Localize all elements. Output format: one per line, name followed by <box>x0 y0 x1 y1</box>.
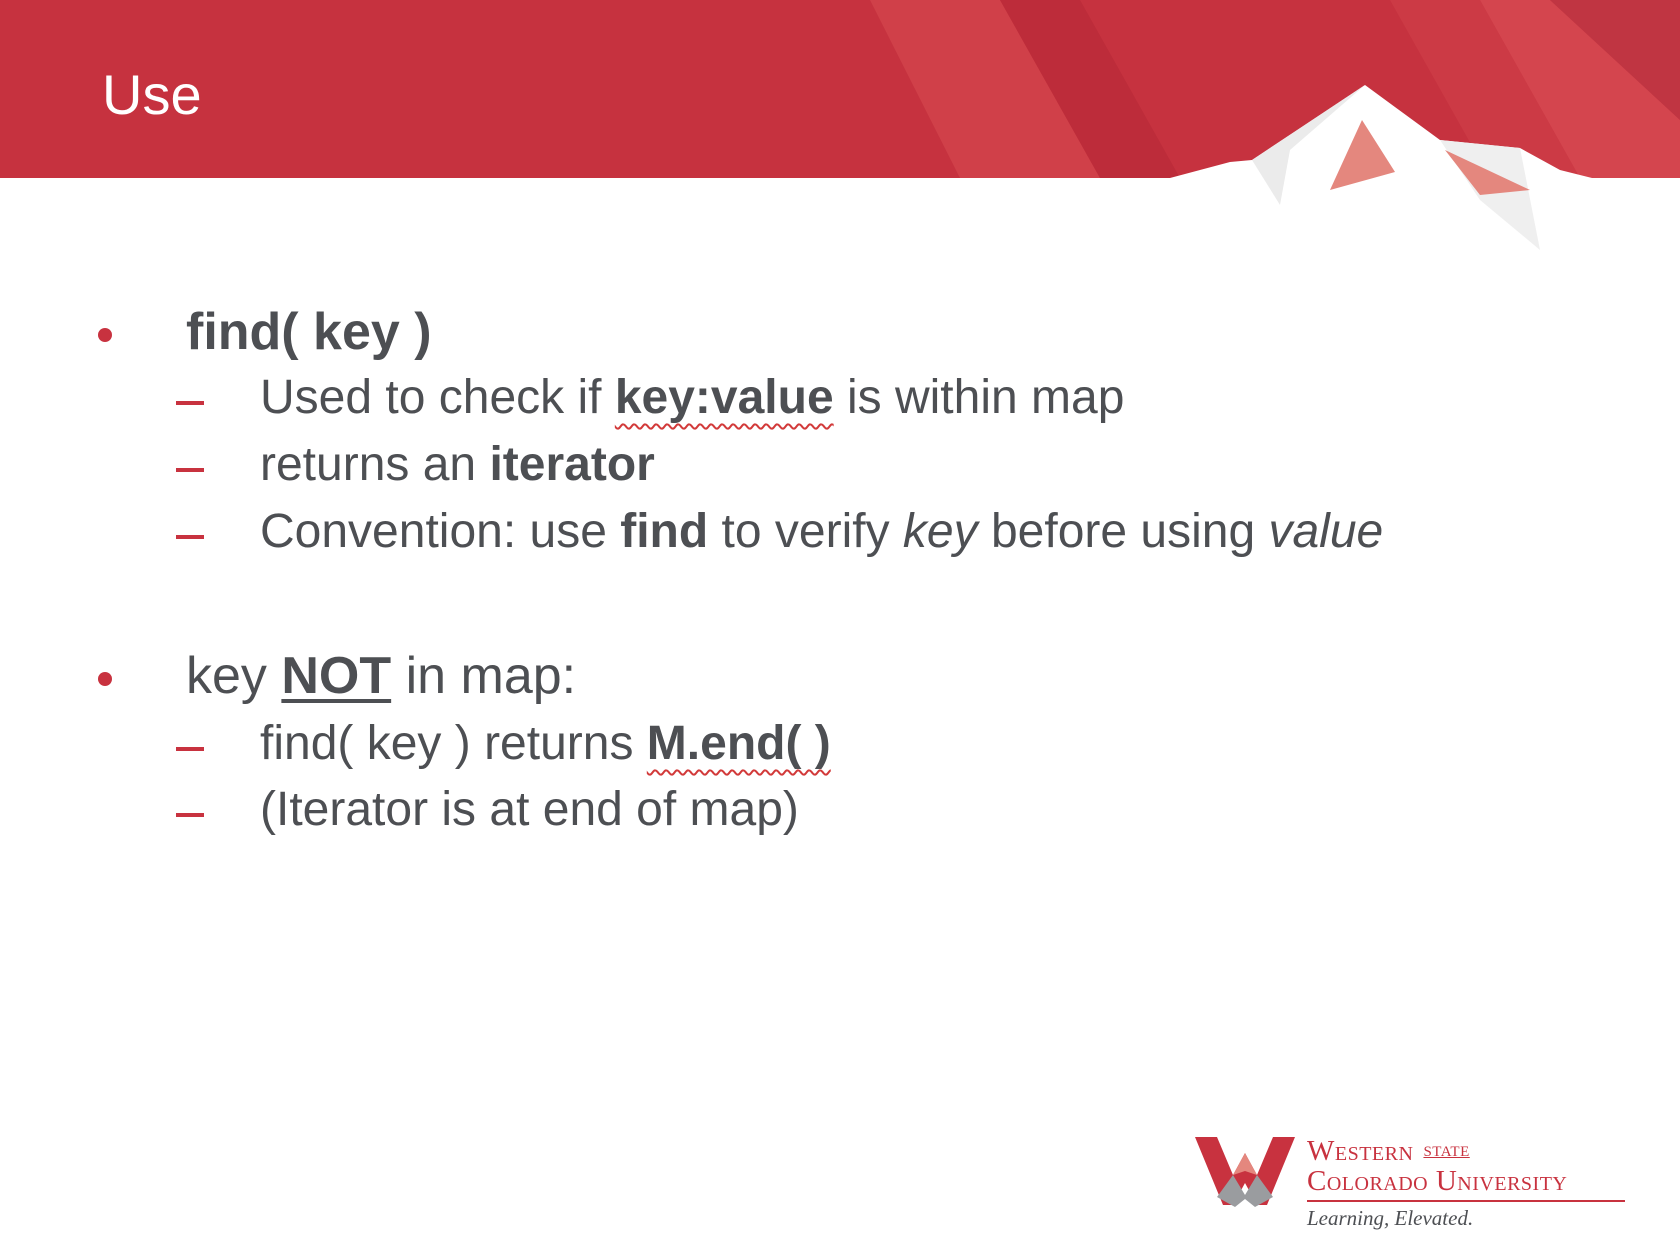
text-run: Used to check if <box>260 371 615 424</box>
bullet-item: key NOT in map: <box>186 646 576 706</box>
mountain-banner-graphic <box>0 0 1680 260</box>
sub-bullet-item: returns an iterator <box>260 437 655 493</box>
logo-wordmark-line2: Colorado University <box>1307 1165 1568 1197</box>
logo-wordmark-line1: Western STATE <box>1307 1135 1470 1167</box>
text-run: find( key ) <box>186 303 432 361</box>
text-run: before using <box>977 505 1269 558</box>
sub-bullet-dash-icon <box>176 813 204 817</box>
text-run: key <box>902 505 978 558</box>
slide-header-banner: Use <box>0 0 1680 260</box>
bullet-dot-icon <box>98 672 112 686</box>
text-run: NOT <box>281 647 392 705</box>
logo-divider <box>1307 1200 1625 1202</box>
sub-bullet-dash-icon <box>176 401 204 405</box>
sub-bullet-dash-icon <box>176 468 204 472</box>
text-run: is within map <box>833 371 1125 424</box>
w-mountain-logo-icon <box>1195 1137 1295 1207</box>
sub-bullet-item: Used to check if key:value is within map <box>260 370 1124 426</box>
sub-bullet-item: (Iterator is at end of map) <box>260 782 799 838</box>
sub-bullet-dash-icon <box>176 747 204 751</box>
text-run: iterator <box>489 438 655 491</box>
bullet-item: find( key ) <box>186 302 432 362</box>
text-run: find <box>620 505 709 558</box>
text-run: value <box>1268 505 1384 558</box>
text-run: returns an <box>260 438 490 491</box>
bullet-dot-icon <box>98 328 112 342</box>
university-logo: Western STATE Colorado University Learnin… <box>1195 1130 1635 1235</box>
text-run: to verify <box>708 505 903 558</box>
text-run: find( key ) returns <box>260 717 647 770</box>
text-run: M.end( ) <box>646 717 831 770</box>
text-run: key <box>186 647 282 705</box>
sub-bullet-item: find( key ) returns M.end( ) <box>260 716 831 772</box>
sub-bullet-dash-icon <box>176 535 204 539</box>
text-run: key:value <box>614 371 834 424</box>
text-run: (Iterator is at end of map) <box>260 783 799 836</box>
text-run: Convention: use <box>260 505 621 558</box>
slide-title: Use <box>102 63 202 126</box>
text-run: in map: <box>391 647 577 705</box>
sub-bullet-item: Convention: use find to verify key befor… <box>260 504 1383 560</box>
logo-tagline: Learning, Elevated. <box>1307 1206 1474 1230</box>
